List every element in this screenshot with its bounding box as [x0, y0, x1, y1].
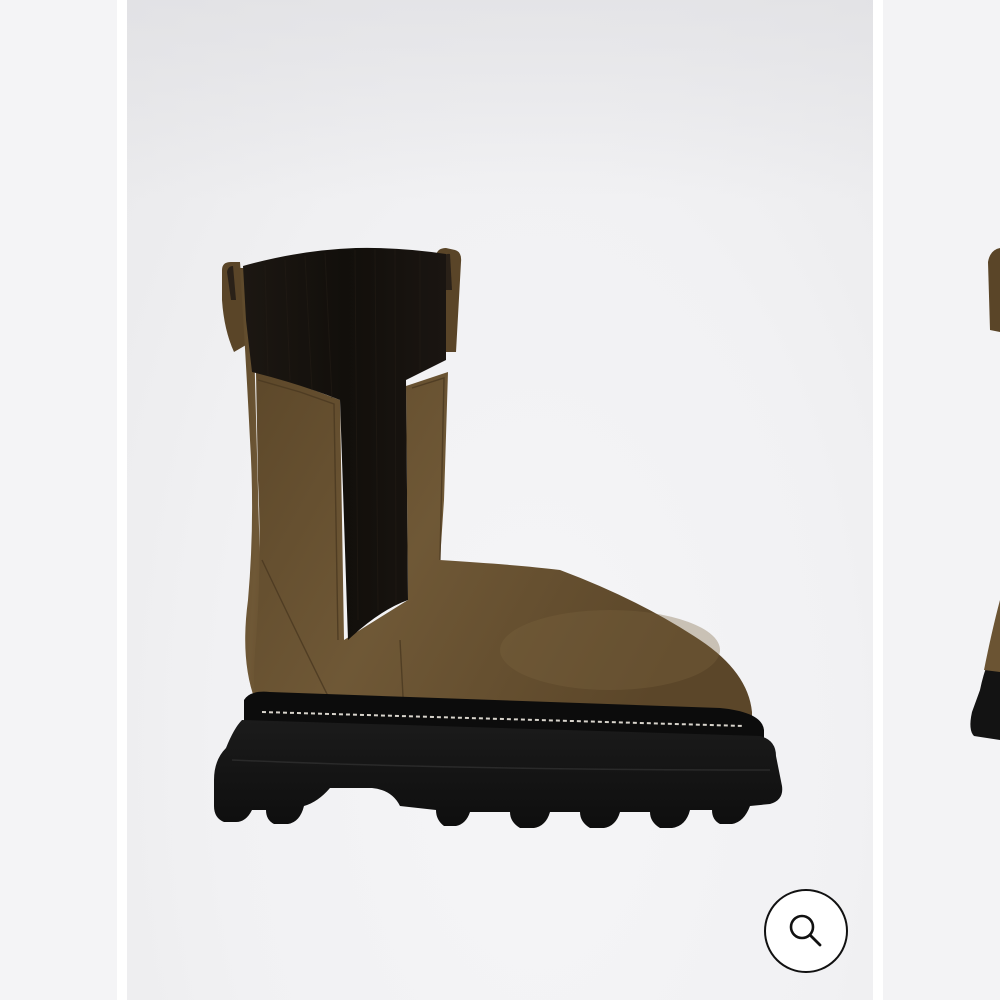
next-slide[interactable]: [883, 0, 1000, 1000]
zoom-button[interactable]: [764, 889, 848, 973]
magnifier-icon: [789, 914, 822, 947]
next-product-image: [970, 248, 1000, 740]
product-image-gallery: [0, 0, 1000, 1000]
product-boot-image: [214, 247, 783, 828]
previous-slide[interactable]: [0, 0, 117, 1000]
current-slide: [127, 0, 873, 1000]
